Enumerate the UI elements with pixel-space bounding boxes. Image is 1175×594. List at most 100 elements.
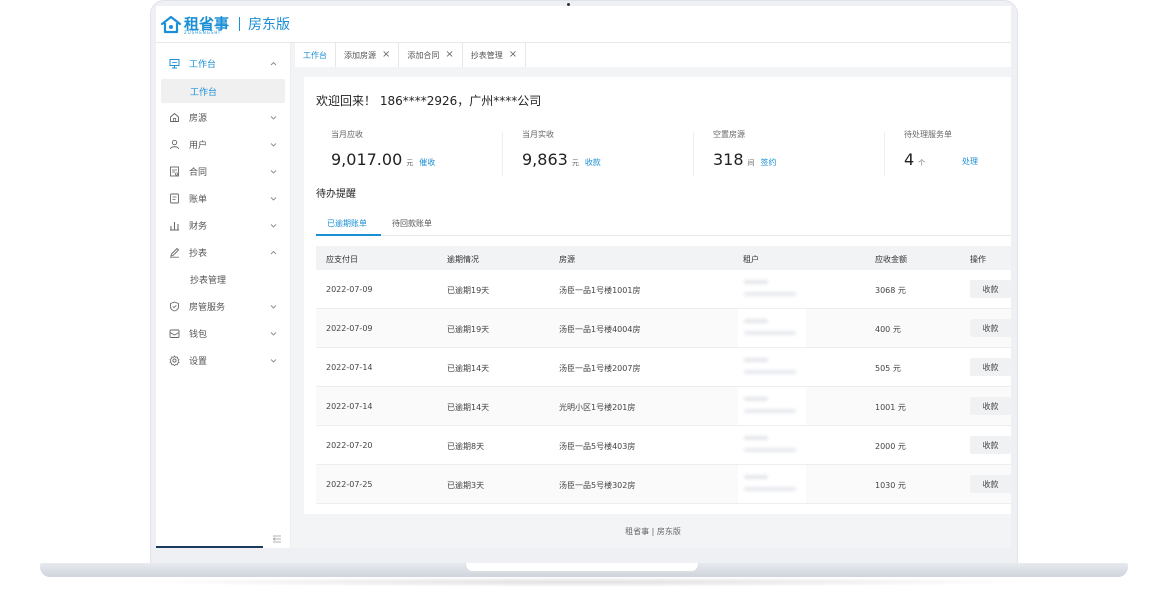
sidebar-item-users[interactable]: 用户 xyxy=(156,131,291,158)
sidebar-item-wallet[interactable]: 钱包 xyxy=(156,320,291,347)
stat-title: 当月实收 xyxy=(522,130,554,139)
collect-button[interactable]: 收款 xyxy=(970,397,1011,415)
shield-icon xyxy=(169,301,180,312)
active-tab-indicator xyxy=(316,234,381,236)
overdue-status-cell: 已逾期3天 xyxy=(447,481,485,490)
sidebar-item-property-services[interactable]: 房管服务 xyxy=(156,293,291,320)
contract-icon xyxy=(169,166,180,177)
table-row: 2022-07-14 已逾期14天 汤臣一品1号楼2007房 505 元 收款 xyxy=(316,348,1011,387)
brand-logo[interactable]: 租省事 ZUSHENGSHI 房东版 xyxy=(160,14,290,35)
tab-label: 工作台 xyxy=(303,50,327,60)
due-date-cell: 2022-07-09 xyxy=(326,324,373,333)
overdue-status-cell: 已逾期14天 xyxy=(447,364,490,373)
tenant-cell-redacted xyxy=(738,465,806,503)
chevron-down-icon xyxy=(269,167,278,176)
sidebar-item-rooms[interactable]: 房源 xyxy=(156,104,291,131)
close-icon[interactable]: × xyxy=(509,50,517,60)
top-header: 租省事 ZUSHENGSHI 房东版 xyxy=(156,6,1011,43)
collect-button[interactable]: 收款 xyxy=(970,280,1011,298)
sidebar-item-bills[interactable]: 账单 xyxy=(156,185,291,212)
monitor-icon xyxy=(169,58,180,69)
stat-unit: 间 xyxy=(747,159,755,167)
table-row: 2022-07-20 已逾期8天 汤臣一品5号楼403房 2000 元 收款 xyxy=(316,426,1011,465)
amount-cell: 2000 元 xyxy=(875,442,906,451)
tenant-cell-redacted xyxy=(738,270,806,308)
user-icon xyxy=(169,139,180,150)
bill-icon xyxy=(169,193,180,204)
stat-title: 当月应收 xyxy=(331,130,363,139)
collect-button[interactable]: 收款 xyxy=(970,436,1011,454)
sidebar-item-label: 房管服务 xyxy=(189,303,226,313)
app-screen: 租省事 ZUSHENGSHI 房东版 工作台 工作台 房源 用户 合同 账单 财… xyxy=(156,6,1011,548)
amount-cell: 1001 元 xyxy=(875,403,906,412)
table-header: 应支付日 逾期情况 房源 租户 应收金额 操作 xyxy=(316,246,1011,270)
chevron-down-icon xyxy=(269,302,278,311)
due-date-cell: 2022-07-14 xyxy=(326,363,373,372)
sidebar-item-settings[interactable]: 设置 xyxy=(156,347,291,374)
tab-label: 添加房源 xyxy=(344,50,376,60)
close-icon[interactable]: × xyxy=(382,50,390,60)
wallet-icon xyxy=(169,328,180,339)
laptop-notch xyxy=(465,563,699,572)
amount-cell: 400 元 xyxy=(875,325,901,334)
due-date-cell: 2022-07-20 xyxy=(326,441,373,450)
stat-receivable: 当月应收 9,017.00 元催收 xyxy=(304,129,494,175)
stat-value-row: 9,863 元收款 xyxy=(522,150,601,169)
process-link[interactable]: 处理 xyxy=(962,156,978,167)
column-header: 应支付日 xyxy=(326,255,358,264)
chevron-down-icon xyxy=(269,329,278,338)
sidebar-subitem-meter-management[interactable]: 抄表管理 xyxy=(161,267,285,291)
tab-meter-management[interactable]: 抄表管理 × xyxy=(462,43,527,67)
tab-overdue-bills[interactable]: 已逾期账单 xyxy=(327,218,367,229)
stat-title: 待处理服务单 xyxy=(904,130,952,139)
collect-link[interactable]: 催收 xyxy=(419,158,435,167)
tenant-cell-redacted xyxy=(738,348,806,386)
sidebar-collapse-icon[interactable] xyxy=(272,529,282,543)
brand-separator xyxy=(239,17,241,31)
stat-value: 4 xyxy=(904,150,915,169)
amount-cell: 1030 元 xyxy=(875,481,906,490)
sidebar-item-contracts[interactable]: 合同 xyxy=(156,158,291,185)
stat-unit: 元 xyxy=(571,159,579,167)
chevron-up-icon xyxy=(269,59,278,68)
due-date-cell: 2022-07-14 xyxy=(326,402,373,411)
sign-contract-link[interactable]: 签约 xyxy=(761,158,777,167)
sidebar-item-workbench[interactable]: 工作台 xyxy=(156,50,291,77)
overdue-status-cell: 已逾期8天 xyxy=(447,442,485,451)
sidebar-item-meter[interactable]: 抄表 xyxy=(156,239,291,266)
pen-icon xyxy=(169,247,180,258)
sidebar-item-label: 钱包 xyxy=(189,330,208,340)
tab-pending-payment-bills[interactable]: 待回款账单 xyxy=(392,218,432,229)
todo-tabs: 已逾期账单 待回款账单 xyxy=(316,213,1011,236)
sidebar-item-finance[interactable]: 财务 xyxy=(156,212,291,239)
stat-value-row: 318 间签约 xyxy=(713,150,777,169)
sidebar-subitem-label: 工作台 xyxy=(190,87,218,98)
collect-button[interactable]: 收款 xyxy=(970,475,1011,493)
table-row: 2022-07-09 已逾期19天 汤臣一品1号楼4004房 400 元 收款 xyxy=(316,309,1011,348)
gear-icon xyxy=(169,355,180,367)
sidebar-subitem-workbench[interactable]: 工作台 xyxy=(161,79,285,103)
sidebar-item-label: 房源 xyxy=(189,114,208,124)
brand-name: 租省事 xyxy=(184,15,230,33)
stat-value-row: 9,017.00 元催收 xyxy=(331,150,435,169)
tab-add-contract[interactable]: 添加合同 × xyxy=(399,43,463,67)
tab-workbench[interactable]: 工作台 xyxy=(295,43,336,67)
room-cell: 光明小区1号楼201房 xyxy=(559,403,636,412)
close-icon[interactable]: × xyxy=(445,50,453,60)
sidebar-item-label: 合同 xyxy=(189,168,208,178)
stat-vacant-rooms: 空置房源 318 间签约 xyxy=(686,129,876,175)
due-date-cell: 2022-07-09 xyxy=(326,285,373,294)
sidebar-item-label: 账单 xyxy=(189,195,208,205)
tab-add-room[interactable]: 添加房源 × xyxy=(336,43,400,67)
chevron-up-icon xyxy=(269,248,278,257)
collect-button[interactable]: 收款 xyxy=(970,319,1011,337)
room-cell: 汤臣一品1号楼2007房 xyxy=(559,364,641,373)
chevron-down-icon xyxy=(269,356,278,365)
stat-pending-service: 待处理服务单 4个 处理 xyxy=(877,129,1011,175)
stat-title: 空置房源 xyxy=(713,130,745,139)
collect-button[interactable]: 收款 xyxy=(970,358,1011,376)
receive-payment-link[interactable]: 收款 xyxy=(585,158,601,167)
column-header: 逾期情况 xyxy=(447,255,479,264)
due-date-cell: 2022-07-25 xyxy=(326,480,373,489)
amount-cell: 505 元 xyxy=(875,364,901,373)
